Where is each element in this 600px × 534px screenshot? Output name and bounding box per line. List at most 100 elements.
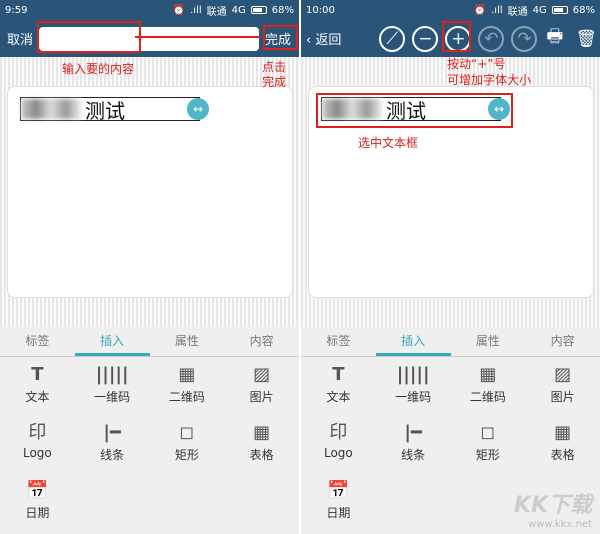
item-label: 图片 — [550, 390, 575, 404]
image-icon: ▨ — [253, 364, 271, 385]
annotation-box-textbox — [316, 93, 513, 128]
item-label: 线条 — [100, 448, 125, 462]
insert-qrcode[interactable]: ▦ 二维码 — [150, 362, 225, 410]
left-screen: 9:59 ⏰ .ıll 联通 4G 68% 取消 完成 测试 ↔ 输入要的内容 点击 完成… — [0, 0, 299, 534]
item-label: 日期 — [326, 506, 351, 520]
logo-icon: 印 — [28, 422, 47, 443]
annotation-select-hint: 选中文本框 — [358, 136, 419, 150]
annotation-box-plus — [442, 21, 471, 52]
carrier: 联通 — [206, 6, 227, 18]
insert-barcode[interactable]: ||||| 一维码 — [75, 362, 150, 410]
insert-date[interactable]: 📅 日期 — [0, 478, 75, 526]
insert-text[interactable]: T 文本 — [0, 362, 75, 410]
item-label: 一维码 — [395, 390, 432, 404]
tab-bar: 标签 插入 属性 内容 — [301, 327, 600, 357]
align-icon[interactable]: ⟋ — [379, 25, 406, 52]
tab-insert[interactable]: 插入 — [74, 327, 150, 356]
item-label: 矩形 — [174, 448, 199, 462]
item-label: Logo — [22, 446, 52, 460]
item-label: 线条 — [401, 448, 426, 462]
table-icon: ▦ — [253, 422, 271, 443]
item-label: 矩形 — [475, 448, 500, 462]
cancel-button[interactable]: 取消 — [7, 29, 33, 48]
blurred-text — [21, 99, 81, 119]
insert-rectangle[interactable]: ◻ 矩形 — [150, 420, 225, 468]
insert-line[interactable]: |━ 线条 — [75, 420, 150, 468]
tab-insert[interactable]: 插入 — [375, 327, 451, 356]
insert-text[interactable]: T 文本 — [301, 362, 376, 410]
insert-date[interactable]: 📅 日期 — [301, 478, 376, 526]
barcode-icon: ||||| — [95, 364, 129, 385]
text-element[interactable]: 测试 ↔ — [20, 97, 209, 123]
trash-icon[interactable]: 🗑 — [575, 29, 597, 49]
tab-properties[interactable]: 属性 — [451, 327, 526, 356]
insert-table[interactable]: ▦ 表格 — [224, 420, 299, 468]
undo-icon[interactable]: ↶ — [478, 25, 505, 52]
text-icon: T — [31, 364, 44, 385]
tab-bar: 标签 插入 属性 内容 — [0, 327, 299, 357]
alarm-icon: ⏰ — [473, 4, 487, 16]
insert-logo[interactable]: 印 Logo — [301, 420, 376, 468]
item-label: 文本 — [25, 390, 50, 404]
redo-icon[interactable]: ↷ — [511, 25, 538, 52]
qrcode-icon: ▦ — [479, 364, 497, 385]
battery-level: 68% — [271, 4, 294, 16]
logo-icon: 印 — [329, 422, 348, 443]
rectangle-icon: ◻ — [179, 422, 195, 443]
battery-icon — [551, 6, 568, 14]
item-label: 日期 — [25, 506, 50, 520]
item-label: 表格 — [249, 448, 274, 462]
annotation-box-input — [37, 21, 141, 53]
watermark: KK下载 www.kkx.net — [514, 487, 592, 530]
qrcode-icon: ▦ — [178, 364, 196, 385]
alarm-icon: ⏰ — [172, 4, 186, 16]
tab-properties[interactable]: 属性 — [150, 327, 225, 356]
tab-label[interactable]: 标签 — [0, 327, 75, 356]
network: 4G — [532, 4, 547, 16]
item-label: Logo — [323, 446, 353, 460]
tab-content[interactable]: 内容 — [525, 327, 600, 356]
insert-table[interactable]: ▦ 表格 — [525, 420, 600, 468]
status-bar: 9:59 ⏰ .ıll 联通 4G 68% — [0, 0, 299, 20]
watermark-url: www.kkx.net — [528, 519, 592, 530]
item-label: 文本 — [326, 390, 351, 404]
insert-rectangle[interactable]: ◻ 矩形 — [451, 420, 526, 468]
tab-label[interactable]: 标签 — [301, 327, 376, 356]
insert-barcode[interactable]: ||||| 一维码 — [376, 362, 451, 410]
print-icon[interactable]: 🖶 — [546, 24, 563, 54]
item-label: 一维码 — [94, 390, 131, 404]
insert-qrcode[interactable]: ▦ 二维码 — [451, 362, 526, 410]
signal-icon: .ıll — [491, 4, 503, 16]
signal-icon: .ıll — [190, 4, 202, 16]
label-canvas: 测试 ↔ — [0, 57, 299, 327]
back-label: 返回 — [315, 33, 342, 48]
line-icon: |━ — [404, 422, 422, 443]
right-screen: 10:00 ⏰ .ıll 联通 4G 68% ‹ 返回 ⟋ − + ↶ ↷ 🖶 🗑 测试… — [301, 0, 600, 534]
item-label: 二维码 — [168, 390, 205, 404]
item-label: 二维码 — [469, 390, 506, 404]
calendar-icon: 📅 — [327, 480, 350, 501]
calendar-icon: 📅 — [26, 480, 49, 501]
insert-image[interactable]: ▨ 图片 — [525, 362, 600, 410]
insert-logo[interactable]: 印 Logo — [0, 420, 75, 468]
annotation-done-hint: 点击 完成 — [262, 60, 287, 89]
zoom-out-icon[interactable]: − — [412, 25, 439, 52]
table-icon: ▦ — [554, 422, 572, 443]
insert-grid: T 文本 ||||| 一维码 ▦ 二维码 ▨ 图片 印 Logo |━ 线条 ◻ 矩形 ▦ 表格… — [0, 362, 299, 526]
annotation-plus-hint: 按动“+”号 — [447, 57, 506, 71]
item-label: 图片 — [249, 390, 274, 404]
back-button[interactable]: ‹ 返回 — [306, 29, 341, 48]
watermark-brand: KK下载 — [513, 493, 592, 518]
insert-line[interactable]: |━ 线条 — [376, 420, 451, 468]
image-icon: ▨ — [554, 364, 572, 385]
text-element-content: 测试 — [85, 98, 125, 123]
label-card[interactable]: 测试 ↔ — [7, 86, 293, 298]
insert-image[interactable]: ▨ 图片 — [224, 362, 299, 410]
tab-content[interactable]: 内容 — [224, 327, 299, 356]
status-bar: 10:00 ⏰ .ıll 联通 4G 68% — [301, 0, 600, 20]
status-time: 10:00 — [306, 4, 335, 16]
resize-handle-icon[interactable]: ↔ — [187, 98, 209, 120]
rectangle-icon: ◻ — [480, 422, 496, 443]
annotation-input-hint: 输入要的内容 — [62, 62, 135, 76]
carrier: 联通 — [507, 6, 528, 18]
